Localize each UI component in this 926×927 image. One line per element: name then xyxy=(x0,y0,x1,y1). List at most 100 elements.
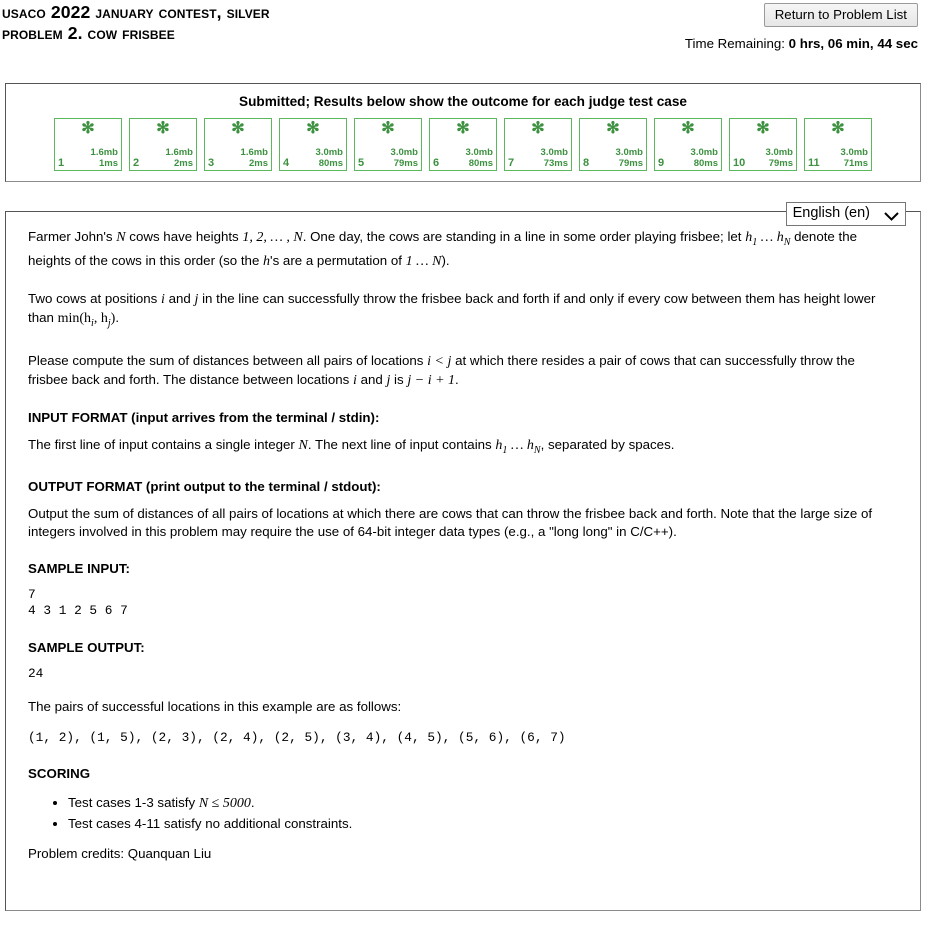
math-range: 1 … N xyxy=(405,254,442,270)
test-case-stats: 3.0mb 80ms xyxy=(316,147,343,169)
pairs-list-block: (1, 2), (1, 5), (2, 3), (2, 4), (2, 5), … xyxy=(28,729,566,745)
test-case-result: ✻ 3 1.6mb 2ms xyxy=(204,118,272,171)
sample-input-block: 7 4 3 1 2 5 6 7 xyxy=(28,586,128,619)
test-case-memory: 3.0mb xyxy=(765,147,793,158)
text-fragment: . xyxy=(115,310,120,326)
text-fragment: The first line of input contains a singl… xyxy=(28,436,299,452)
test-case-time: 71ms xyxy=(843,158,868,169)
pass-star-icon: ✻ xyxy=(606,120,620,137)
problem-paragraph-2: Two cows at positions i and j in the lin… xyxy=(28,290,898,334)
page-title: USACO 2022 January Contest, Silver Probl… xyxy=(2,2,270,44)
sample-output-heading: SAMPLE OUTPUT: xyxy=(28,639,145,655)
test-case-stats: 3.0mb 80ms xyxy=(691,147,718,169)
pass-star-icon: ✻ xyxy=(756,120,770,137)
test-case-memory: 1.6mb xyxy=(90,147,118,158)
input-format-heading: INPUT FORMAT (input arrives from the ter… xyxy=(28,409,380,425)
test-case-memory: 3.0mb xyxy=(615,147,643,158)
text-fragment: cows have heights xyxy=(125,229,243,244)
chevron-down-icon xyxy=(884,209,899,221)
test-case-memory: 3.0mb xyxy=(315,147,343,158)
test-case-number: 8 xyxy=(583,157,590,169)
scoring-list-item: Test cases 4-11 satisfy no additional co… xyxy=(68,814,898,833)
test-case-memory: 3.0mb xyxy=(465,147,493,158)
math-n: N xyxy=(116,230,126,245)
math-distance: j − i + 1 xyxy=(407,373,456,389)
test-case-stats: 1.6mb 2ms xyxy=(166,147,193,169)
pairs-intro-text: The pairs of successful locations in thi… xyxy=(28,699,402,715)
test-case-stats: 3.0mb 79ms xyxy=(766,147,793,169)
scoring-heading: SCORING xyxy=(28,766,91,782)
test-case-stats: 3.0mb 79ms xyxy=(616,147,643,169)
test-case-time: 1ms xyxy=(98,158,118,169)
test-case-time: 73ms xyxy=(543,158,568,169)
test-case-number: 1 xyxy=(58,157,65,169)
language-select[interactable]: English (en) xyxy=(785,202,906,226)
text-fragment: . The next line of input contains xyxy=(307,436,496,452)
contest-title: USACO 2022 January Contest, Silver xyxy=(2,2,270,22)
scoring-list-item: Test cases 1-3 satisfy N ≤ 5000. xyxy=(68,793,898,813)
scoring-list: Test cases 1-3 satisfy N ≤ 5000. Test cas… xyxy=(28,793,898,833)
test-case-result: ✻ 6 3.0mb 80ms xyxy=(429,118,497,171)
sample-input-heading: SAMPLE INPUT: xyxy=(28,560,130,576)
text-fragment: and xyxy=(164,290,195,306)
text-fragment: . xyxy=(455,372,459,388)
test-case-time: 80ms xyxy=(693,158,718,169)
math-constraint: N ≤ 5000 xyxy=(198,796,251,812)
test-case-number: 4 xyxy=(283,157,290,169)
test-case-memory: 1.6mb xyxy=(165,147,193,158)
test-case-number: 9 xyxy=(658,157,665,169)
text-fragment: … h xyxy=(507,437,534,453)
test-case-time: 2ms xyxy=(173,158,193,169)
problem-statement-panel: Farmer John's N cows have heights 1, 2, … xyxy=(5,211,921,911)
problem-credits: Problem credits: Quanquan Liu xyxy=(28,846,212,862)
text-fragment: and xyxy=(356,372,387,388)
test-case-number: 7 xyxy=(508,157,515,169)
usaco-problem-page: USACO 2022 January Contest, Silver Probl… xyxy=(0,0,926,927)
pass-star-icon: ✻ xyxy=(306,120,320,137)
text-fragment: N xyxy=(533,444,541,456)
text-fragment: Test cases 4-11 satisfy no additional co… xyxy=(68,816,353,832)
test-case-time: 79ms xyxy=(393,158,418,169)
language-select-wrapper: English (en) xyxy=(785,202,906,226)
test-case-stats: 3.0mb 79ms xyxy=(391,147,418,169)
test-case-result: ✻ 7 3.0mb 73ms xyxy=(504,118,572,171)
pass-star-icon: ✻ xyxy=(81,120,95,137)
text-fragment: 's are a permutation of xyxy=(270,253,406,269)
text-fragment: Please compute the sum of distances betw… xyxy=(28,352,428,368)
test-case-time: 80ms xyxy=(468,158,493,169)
test-case-memory: 3.0mb xyxy=(840,147,868,158)
math-sequence: 1, 2, … , N xyxy=(242,230,303,245)
text-fragment: min(h xyxy=(57,311,92,327)
test-case-result: ✻ 2 1.6mb 2ms xyxy=(129,118,197,171)
time-remaining-label: Time Remaining: xyxy=(684,36,785,51)
text-fragment: ). xyxy=(441,253,450,269)
sample-output-block: 24 xyxy=(28,665,44,681)
test-case-result: ✻ 4 3.0mb 80ms xyxy=(279,118,347,171)
page-header: USACO 2022 January Contest, Silver Probl… xyxy=(0,0,926,56)
math-h: h xyxy=(263,254,271,270)
problem-paragraph-1: Farmer John's N cows have heights 1, 2, … xyxy=(28,228,898,272)
text-fragment: . xyxy=(250,795,255,811)
test-case-memory: 3.0mb xyxy=(690,147,718,158)
text-fragment: , separated by spaces. xyxy=(540,436,675,452)
test-case-result: ✻ 11 3.0mb 71ms xyxy=(804,118,872,171)
text-fragment: Farmer John's xyxy=(28,229,117,244)
test-case-number: 5 xyxy=(358,157,365,169)
test-case-result: ✻ 1 1.6mb 1ms xyxy=(54,118,122,171)
test-case-stats: 3.0mb 71ms xyxy=(841,147,868,169)
submission-status-text: Submitted; Results below show the outcom… xyxy=(239,94,687,109)
output-format-text: Output the sum of distances of all pairs… xyxy=(28,505,873,540)
math-h-sequence: h1 … hN xyxy=(495,437,541,456)
test-case-number: 10 xyxy=(733,157,746,169)
test-case-stats: 3.0mb 73ms xyxy=(541,147,568,169)
test-case-number: 11 xyxy=(808,157,820,169)
time-remaining: Time Remaining: 0 hrs, 06 min, 44 sec xyxy=(685,36,918,51)
test-case-stats: 3.0mb 80ms xyxy=(466,147,493,169)
pass-star-icon: ✻ xyxy=(156,120,170,137)
test-case-result: ✻ 8 3.0mb 79ms xyxy=(579,118,647,171)
test-case-memory: 3.0mb xyxy=(390,147,418,158)
text-fragment: , h xyxy=(93,311,108,327)
math-min: min(hi, hj) xyxy=(57,311,116,329)
return-to-problem-list-button[interactable]: Return to Problem List xyxy=(763,3,918,27)
test-case-result: ✻ 5 3.0mb 79ms xyxy=(354,118,422,171)
